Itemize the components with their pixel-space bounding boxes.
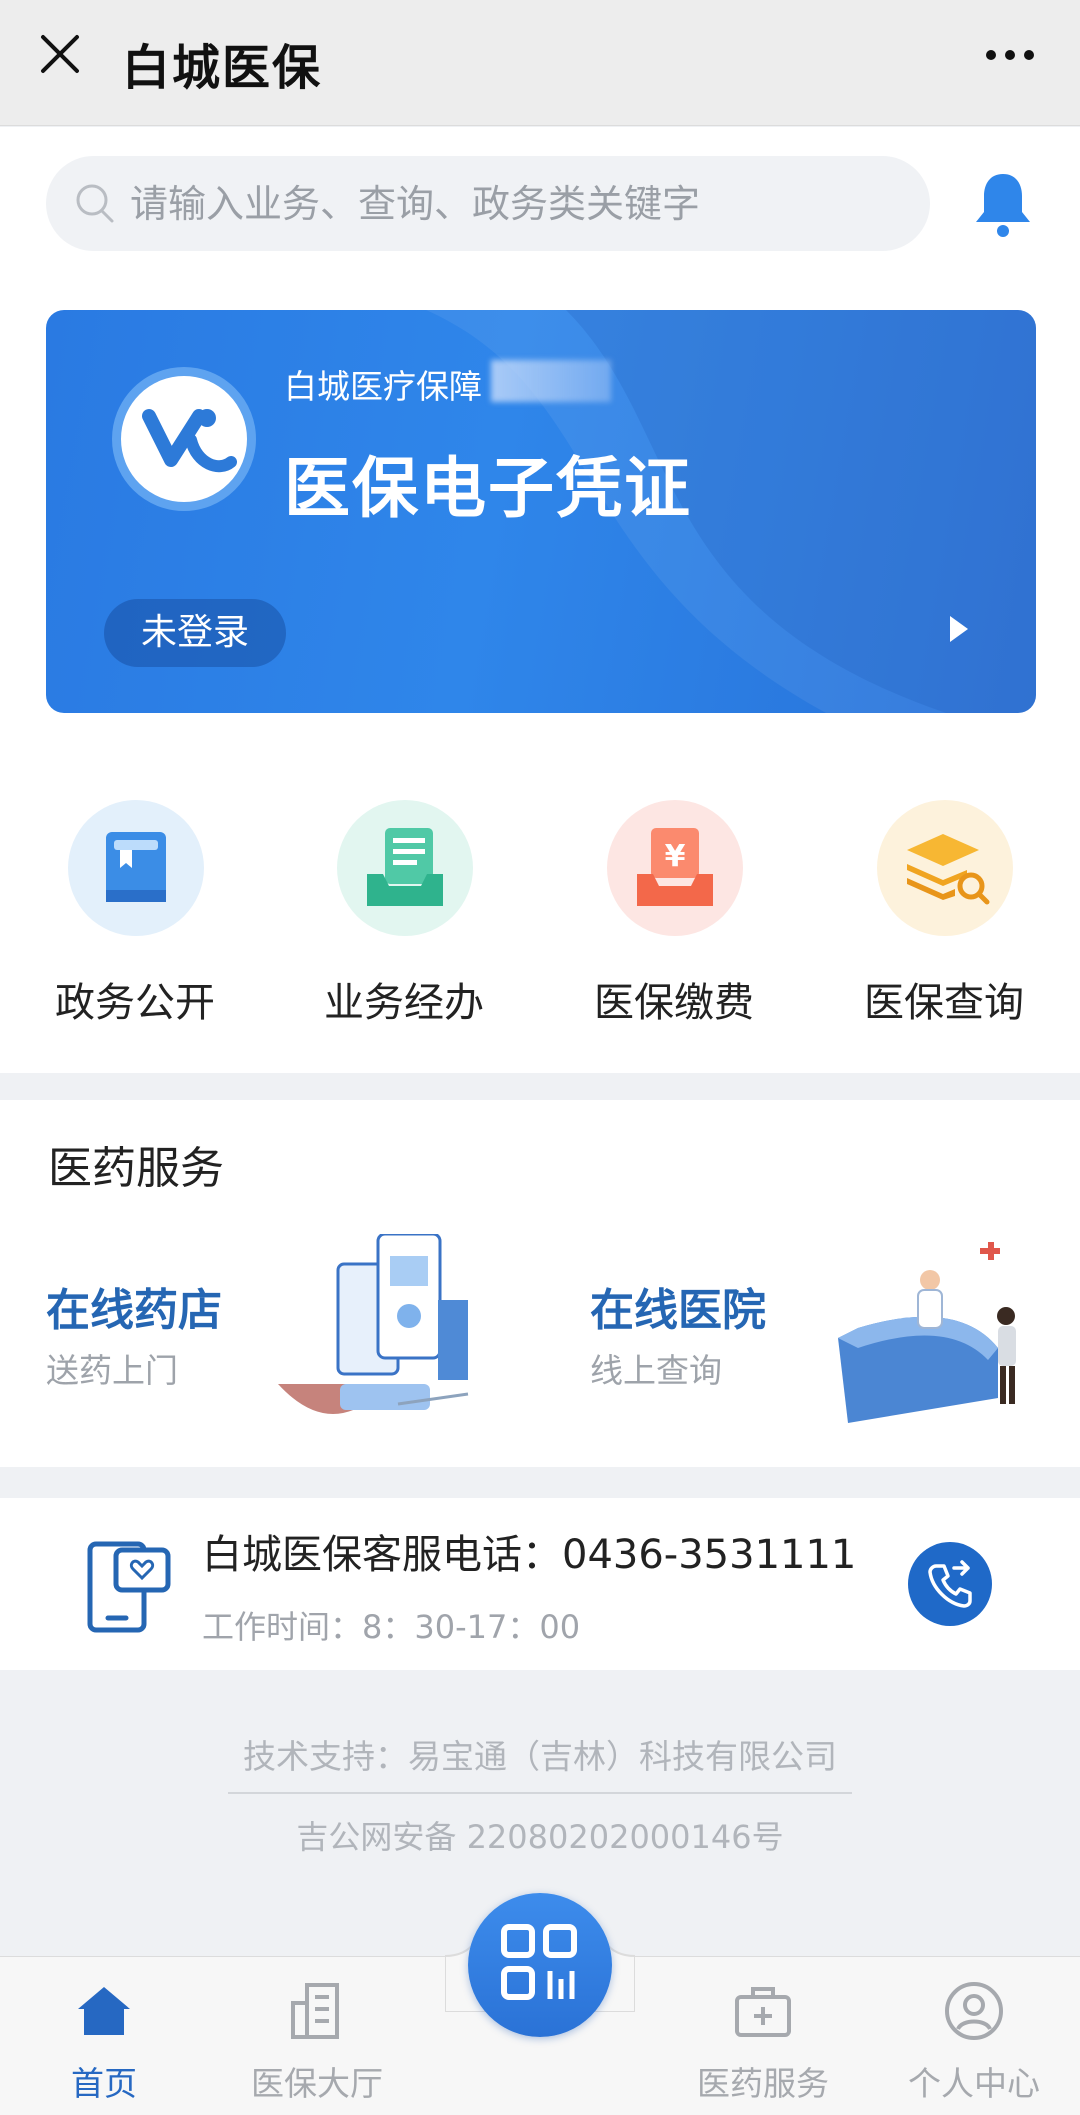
search-input[interactable] <box>130 156 910 251</box>
card-arrow-icon[interactable] <box>950 616 968 642</box>
quick-action-label: 政务公开 <box>55 980 215 1026</box>
hotline-text: 白城医保客服电话：0436-3531111 <box>202 1532 857 1578</box>
card-title: 医保电子凭证 <box>284 450 692 527</box>
search-icon <box>76 184 114 223</box>
tab-profile[interactable]: 个人中心 <box>884 1957 1064 2115</box>
icp-record-text: 吉公网安备 22080202000146号 <box>296 1818 784 1856</box>
close-icon[interactable] <box>30 24 90 84</box>
quick-action-label: 医保缴费 <box>594 980 754 1026</box>
search-bar[interactable] <box>46 156 930 251</box>
building-icon <box>291 1983 339 2039</box>
quick-action-gov-info[interactable]: 政务公开 <box>35 800 235 1040</box>
title-bar: 白城医保 <box>0 0 1080 126</box>
hotline-section: 白城医保客服电话：0436-3531111 工作时间：8：30-17：00 <box>0 1498 1080 1670</box>
call-button[interactable] <box>908 1542 992 1626</box>
tab-home[interactable]: 首页 <box>14 1957 194 2115</box>
quick-action-label: 医保查询 <box>864 980 1024 1026</box>
medical-kit-icon <box>735 1987 791 2037</box>
service-subtitle: 送药上门 <box>46 1351 178 1390</box>
tech-support-text: 技术支持：易宝通（吉林）科技有限公司 <box>243 1737 837 1776</box>
user-icon <box>945 1982 1003 2040</box>
quick-action-payment[interactable]: ¥ 医保缴费 <box>574 800 774 1040</box>
page-title: 白城医保 <box>122 40 323 96</box>
svg-text:¥: ¥ <box>665 839 686 874</box>
more-options-button[interactable] <box>970 30 1050 80</box>
layers-search-icon <box>877 800 1013 936</box>
footer-divider <box>228 1792 852 1794</box>
hospital-illustration <box>838 1242 1016 1423</box>
pharmacy-illustration <box>278 1234 469 1414</box>
service-title: 在线药店 <box>46 1285 222 1336</box>
tab-medical-services[interactable]: 医药服务 <box>673 1957 853 2115</box>
medical-insurance-logo <box>112 367 256 511</box>
medical-services-section: 医药服务 在线药店 送药上门 在线医院 线上查询 <box>0 1100 1080 1467</box>
document-tray-icon <box>337 800 473 936</box>
working-hours: 工作时间：8：30-17：00 <box>202 1608 581 1646</box>
notification-bell-icon[interactable] <box>970 168 1036 240</box>
qr-code-icon <box>501 1924 577 2000</box>
quick-action-query[interactable]: 医保查询 <box>844 800 1044 1040</box>
medical-credential-card[interactable]: 白城医疗保障 医保电子凭证 未登录 <box>46 310 1036 713</box>
card-subtitle: 白城医疗保障 <box>284 367 482 406</box>
tab-label: 医保大厅 <box>251 2064 383 2103</box>
service-subtitle: 线上查询 <box>590 1351 722 1390</box>
phone-heart-icon <box>87 1541 171 1633</box>
tab-label: 首页 <box>71 2064 137 2103</box>
phone-call-icon <box>928 1560 972 1608</box>
section-title: 医药服务 <box>48 1143 224 1194</box>
quick-action-label: 业务经办 <box>324 980 484 1026</box>
quick-action-business[interactable]: 业务经办 <box>304 800 504 1040</box>
qr-code-button[interactable] <box>468 1893 612 2037</box>
yuan-tray-icon: ¥ <box>607 800 743 936</box>
tab-label: 医药服务 <box>697 2064 829 2103</box>
home-icon <box>78 1987 130 2035</box>
tab-label: 个人中心 <box>908 2064 1040 2103</box>
redacted-text <box>491 360 611 402</box>
login-status-badge[interactable]: 未登录 <box>104 599 286 667</box>
book-icon <box>68 800 204 936</box>
tab-service-hall[interactable]: 医保大厅 <box>227 1957 407 2115</box>
service-title: 在线医院 <box>590 1285 766 1336</box>
